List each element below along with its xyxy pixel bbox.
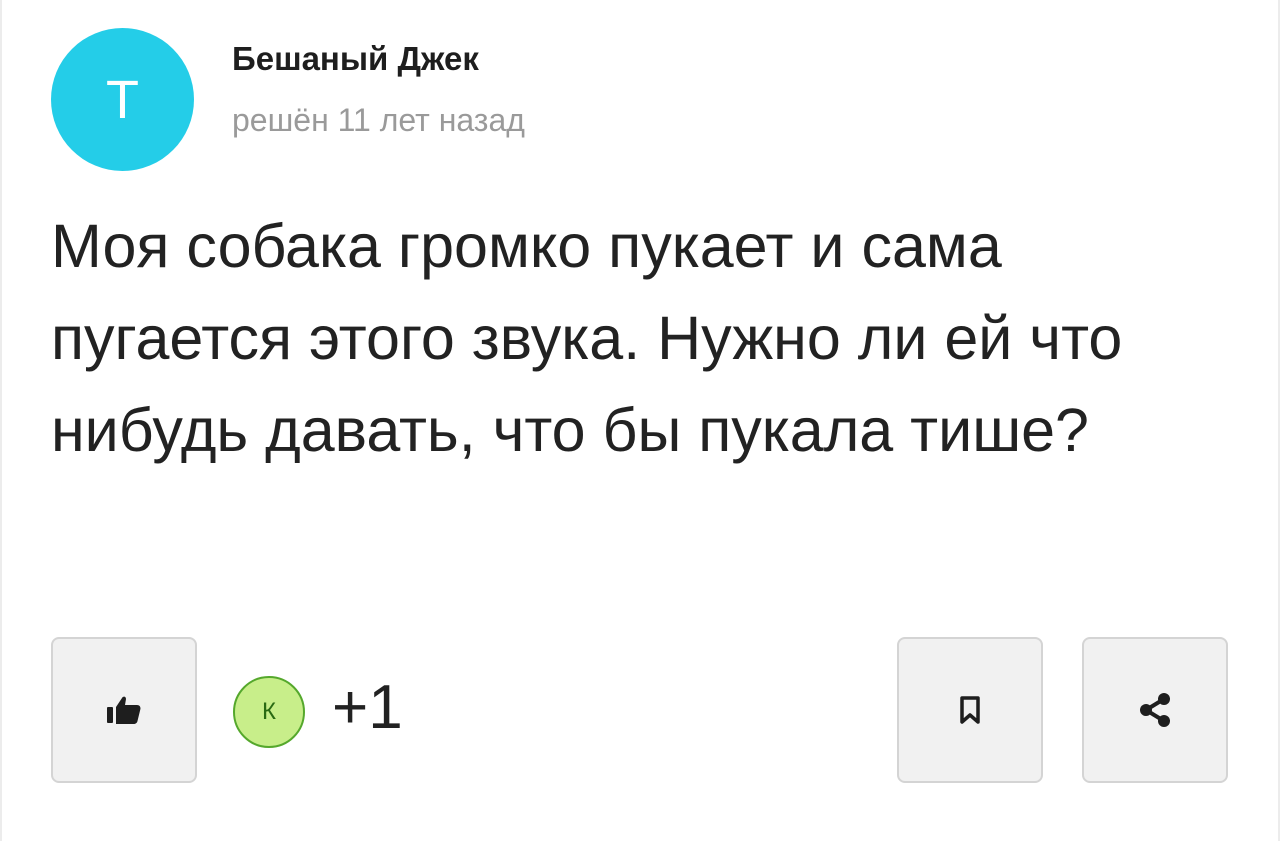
author-name[interactable]: Бешаный Джек [232, 40, 479, 78]
bookmark-icon [960, 696, 980, 724]
solved-status: решён 11 лет назад [232, 102, 525, 138]
like-count: +1 [332, 673, 403, 742]
bookmark-button[interactable] [897, 637, 1043, 783]
share-button[interactable] [1082, 637, 1228, 783]
share-icon [1140, 693, 1170, 727]
like-button[interactable] [51, 637, 197, 783]
liker-avatar-badge[interactable]: К [233, 676, 305, 748]
question-text: Моя собака громко пукает и сама пугается… [51, 212, 1123, 464]
avatar[interactable]: Т [51, 28, 194, 171]
thumbs-up-icon [107, 696, 141, 724]
